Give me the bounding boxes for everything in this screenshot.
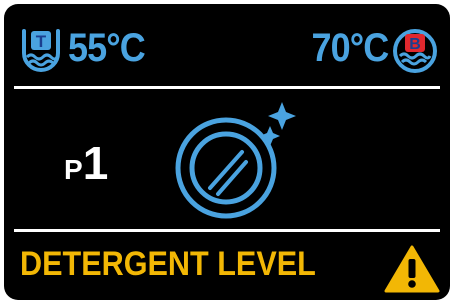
plate-icon	[175, 102, 296, 219]
temperature-row: T 55°C 70°C B	[4, 22, 450, 78]
wash-tank-temperature: 55°C	[68, 26, 146, 70]
alert-message: DETERGENT LEVEL	[20, 245, 316, 283]
program-indicator: P1	[64, 140, 108, 186]
top-divider	[14, 86, 440, 89]
tank-t-icon: T	[22, 29, 60, 72]
bottom-divider	[14, 229, 440, 232]
svg-text:T: T	[36, 32, 47, 51]
program-number: 1	[82, 137, 109, 189]
tank-b-icon: B	[393, 29, 437, 73]
program-prefix: P	[64, 154, 83, 185]
display-screen: T 55°C 70°C B P1 DETERGENT LEVEL	[4, 4, 450, 300]
svg-text:B: B	[409, 36, 421, 53]
boiler-temperature: 70°C	[311, 26, 389, 70]
warning-icon	[384, 245, 440, 293]
